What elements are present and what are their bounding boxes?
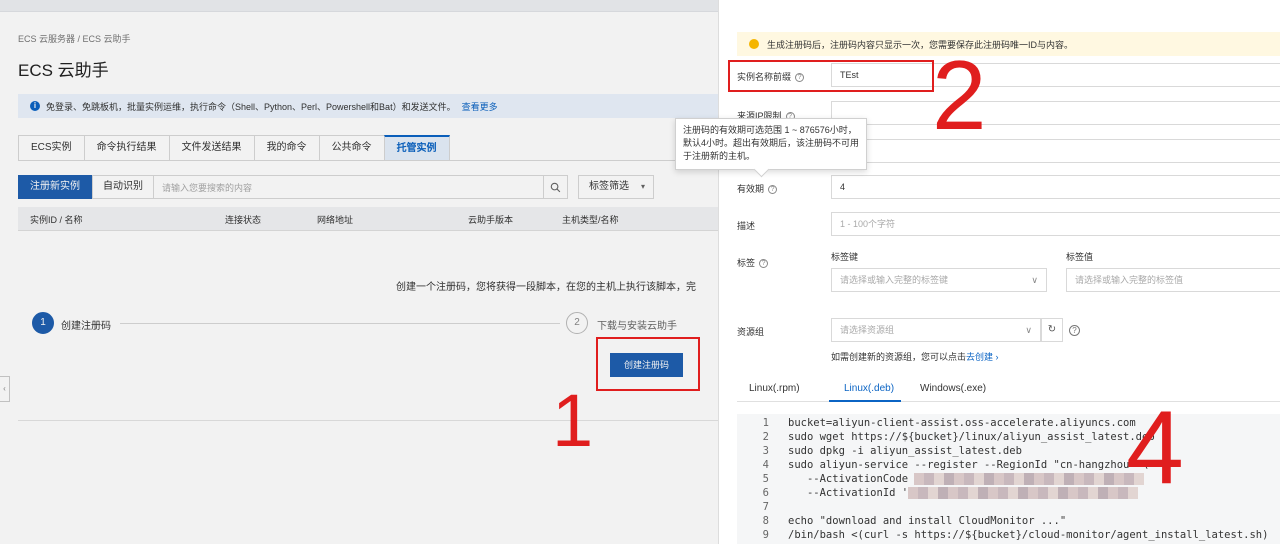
search-icon [550, 182, 561, 192]
code-line: 5 --ActivationCode [737, 473, 1145, 487]
refresh-icon: ↻ [1047, 324, 1057, 335]
step-2-circle: 2 [566, 312, 588, 334]
resource-group-hint: 如需创建新的资源组，您可以点击去创建 › [831, 352, 999, 362]
description-input[interactable]: 1 - 100个字符 [831, 212, 1280, 236]
os-tabs: Linux(.rpm) Linux(.deb) Windows(.exe) [737, 378, 1280, 402]
page-title: ECS 云助手 [18, 61, 109, 80]
redacted-activation-id [908, 487, 1139, 499]
collapse-handle[interactable]: ‹ [0, 376, 10, 402]
col-instance-id: 实例ID / 名称 [30, 215, 83, 225]
code-line: 8 echo "download and install CloudMonitor… [762, 515, 1067, 527]
tab-command-results[interactable]: 命令执行结果 [83, 135, 169, 161]
bottom-divider [18, 420, 718, 421]
annotation-box-create-code [596, 337, 700, 391]
step-2-label: 下载与安装云助手 [597, 321, 677, 332]
tag-label: 标签? [737, 256, 769, 269]
tab-divider [18, 160, 718, 161]
help-icon[interactable]: ? [1069, 325, 1080, 336]
empty-hint: 创建一个注册码，您将获得一段脚本，在您的主机上执行该脚本，完 [396, 282, 696, 293]
step-connector [120, 323, 560, 324]
ecs-console: ECS 云服务器 / ECS 云助手 ECS 云助手 i 免登录、免跳板机，批量… [0, 0, 718, 544]
col-host-type: 主机类型/名称 [562, 215, 619, 225]
tab-file-results[interactable]: 文件发送结果 [168, 135, 254, 161]
warning-text: 生成注册码后，注册码内容只显示一次，您需要保存此注册码唯一ID与内容。 [767, 39, 1074, 50]
description-label: 描述 [737, 221, 756, 231]
warning-banner: 生成注册码后，注册码内容只显示一次，您需要保存此注册码唯一ID与内容。 [737, 32, 1280, 56]
annotation-number-2: 2 [932, 40, 987, 150]
annotation-number-1: 1 [552, 379, 594, 462]
info-icon: i [30, 101, 40, 111]
console-tabs: ECS实例 命令执行结果 文件发送结果 我的命令 公共命令 托管实例 [18, 135, 450, 161]
code-line: 4 sudo aliyun-service --register --Region… [762, 459, 1149, 471]
auto-detect-dropdown[interactable]: 自动识别 [92, 175, 154, 199]
notice-text: 免登录、免跳板机，批量实例运维，执行命令（Shell、Python、Perl、P… [46, 101, 456, 112]
step-1-label: 创建注册码 [61, 321, 111, 332]
steps-indicator: 1 创建注册码 2 下载与安装云助手 [0, 310, 718, 340]
top-strip [0, 0, 718, 12]
instance-table-header: 实例ID / 名称 连接状态 网络地址 云助手版本 主机类型/名称 [18, 207, 718, 231]
tab-ecs-instances[interactable]: ECS实例 [18, 135, 84, 161]
install-script-code-block[interactable]: 1 bucket=aliyun-client-assist.oss-acceler… [737, 414, 1280, 544]
search-button[interactable] [544, 175, 568, 199]
tab-my-commands[interactable]: 我的命令 [253, 135, 319, 161]
search-input[interactable]: 请输入您要搜索的内容 [154, 175, 544, 199]
source-ip-input[interactable] [831, 101, 1280, 125]
register-instance-button[interactable]: 注册新实例 [18, 175, 92, 199]
instance-count-input[interactable] [831, 139, 1280, 163]
tab-windows-exe[interactable]: Windows(.exe) [920, 383, 986, 394]
tab-managed-instances[interactable]: 托管实例 [383, 135, 450, 161]
annotation-number-4: 4 [1126, 390, 1184, 506]
resource-group-label: 资源组 [737, 327, 765, 337]
tag-value-label: 标签值 [1066, 252, 1094, 262]
code-line: 6 --ActivationId ' [737, 487, 1139, 501]
tab-linux-rpm[interactable]: Linux(.rpm) [749, 383, 800, 394]
col-network-address: 网络地址 [317, 215, 354, 225]
tag-value-select[interactable]: 请选择或输入完整的标签值 [1066, 268, 1280, 292]
notice-more-link[interactable]: 查看更多 [462, 100, 498, 113]
annotation-box-prefix [728, 60, 934, 92]
tag-filter-dropdown[interactable]: 标签筛选 ▾ [578, 175, 654, 199]
validity-label: 有效期? [737, 182, 778, 195]
chevron-down-icon: ∨ [1031, 275, 1038, 285]
tab-linux-deb[interactable]: Linux(.deb) [844, 383, 894, 394]
active-tab-indicator [829, 400, 901, 402]
chevron-down-icon: ∨ [1025, 325, 1032, 335]
chevron-down-icon: ▾ [640, 182, 645, 191]
tab-public-commands[interactable]: 公共命令 [318, 135, 384, 161]
code-line: 7 [762, 501, 769, 513]
breadcrumb[interactable]: ECS 云服务器 / ECS 云助手 [18, 32, 131, 45]
col-connection-status: 连接状态 [225, 215, 262, 225]
code-line: 1 bucket=aliyun-client-assist.oss-acceler… [762, 417, 1136, 429]
tag-key-select[interactable]: 请选择或输入完整的标签键 ∨ [831, 268, 1047, 292]
code-line: 3 sudo dpkg -i aliyun_assist_latest.deb [762, 445, 1022, 457]
resource-group-select[interactable]: 请选择资源组 ∨ [831, 318, 1041, 342]
create-resource-group-link[interactable]: 去创建 › [966, 352, 999, 362]
modal-overlay [0, 0, 718, 544]
console-toolbar: 注册新实例 自动识别 请输入您要搜索的内容 标签筛选 ▾ [18, 175, 654, 199]
col-assistant-version: 云助手版本 [468, 215, 514, 225]
step-1-circle: 1 [32, 312, 54, 334]
validity-input[interactable]: 4 [831, 175, 1280, 199]
warning-icon [749, 39, 759, 49]
code-line: 9/bin/bash <(curl -s https://${bucket}/c… [762, 529, 1269, 541]
refresh-button[interactable]: ↻ [1041, 318, 1063, 342]
help-icon[interactable]: ? [768, 185, 778, 195]
code-line: 2 sudo wget https://${bucket}/linux/aliyu… [762, 431, 1155, 443]
validity-tooltip: 注册码的有效期可选范围 1 ~ 876576小时，默认4小时。超出有效期后，该注… [675, 118, 867, 170]
notice-banner: i 免登录、免跳板机，批量实例运维，执行命令（Shell、Python、Perl… [18, 94, 718, 118]
redacted-activation-code [914, 473, 1145, 485]
tag-key-label: 标签键 [831, 252, 859, 262]
help-icon[interactable]: ? [759, 259, 769, 269]
tag-filter-label: 标签筛选 [589, 181, 629, 192]
